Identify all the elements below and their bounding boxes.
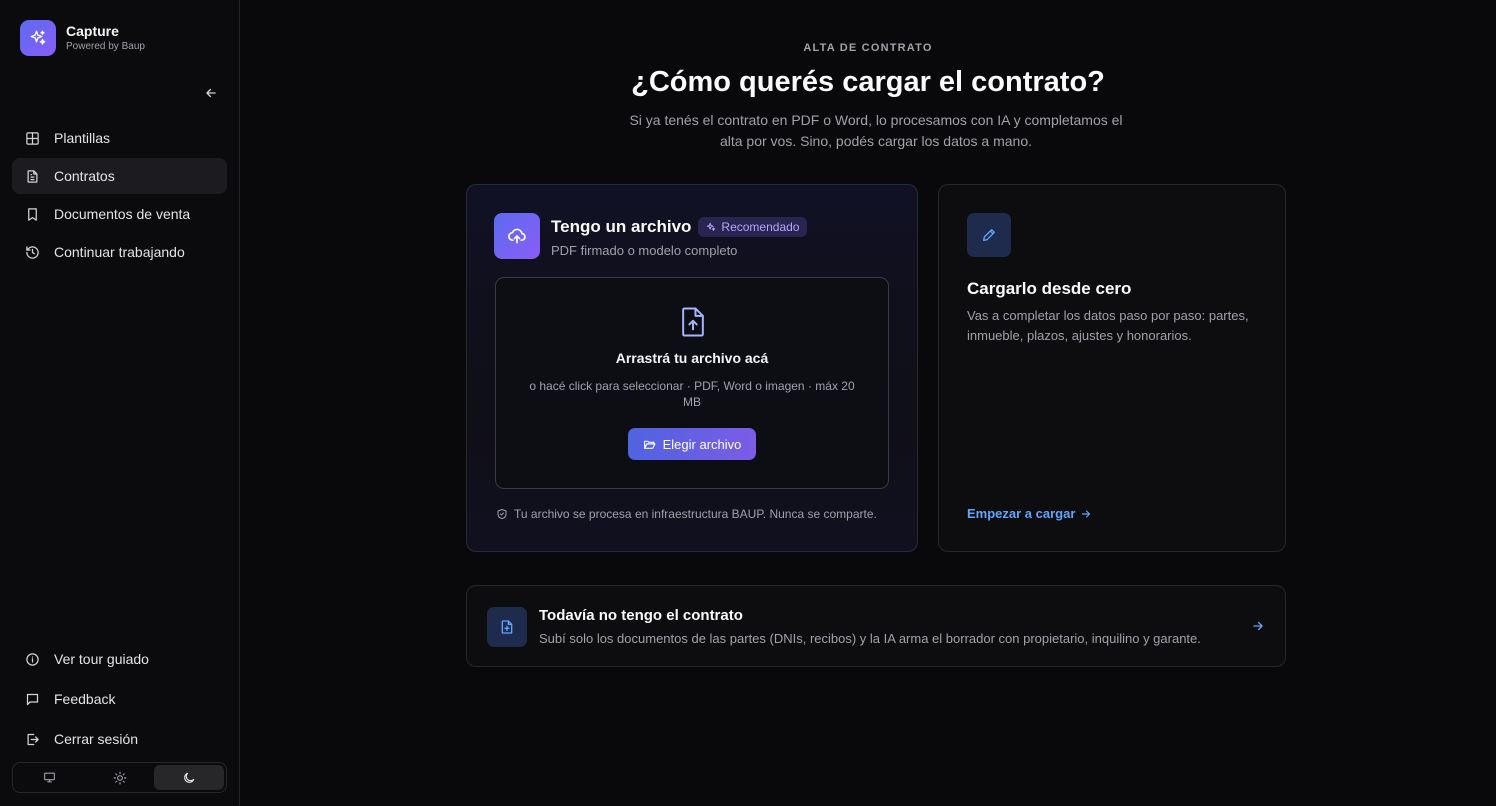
arrow-left-icon [206,88,216,98]
recommended-badge-label: Recomendado [721,220,800,234]
start-manual-label: Empezar a cargar [967,506,1076,521]
sidebar-nav: Plantillas Contratos Documentos de venta… [12,120,227,272]
start-manual-link[interactable]: Empezar a cargar [967,506,1092,521]
file-dropzone[interactable]: Arrastrá tu archivo acá o hacé click par… [495,277,889,489]
document-icon [24,168,40,184]
shield-check-icon [496,508,508,520]
history-icon [24,244,40,260]
cloud-upload-icon [494,213,540,259]
tour-label: Ver tour guiado [54,651,149,667]
sidebar-item-label: Plantillas [54,130,111,146]
choose-file-button[interactable]: Elegir archivo [628,428,756,460]
no-contract-description: Subí solo los documentos de las partes (… [539,631,1201,646]
privacy-note: Tu archivo se procesa en infraestructura… [496,507,877,521]
upload-card-subtitle: PDF firmado o modelo completo [551,243,738,258]
dropzone-hint: o hacé click para seleccionar · PDF, Wor… [529,379,855,409]
collapse-sidebar-button[interactable] [200,82,222,104]
theme-system-button[interactable] [15,765,85,790]
dropzone-title: Arrastrá tu archivo acá [615,350,769,366]
sparkles-icon [706,222,716,232]
grid-icon [24,130,40,146]
logout-icon [24,731,40,747]
manual-card[interactable]: Cargarlo desde cero Vas a completar los … [938,184,1286,552]
file-upload-icon [682,307,704,337]
tour-button[interactable]: Ver tour guiado [12,640,227,678]
info-icon [24,651,40,667]
page-title: ¿Cómo querés cargar el contrato? [631,66,1105,98]
upload-card: Tengo un archivo Recomendado PDF firmado… [466,184,918,552]
app-root: Capture Powered by Baup Plantillas Contr… [0,0,1496,806]
logout-button[interactable]: Cerrar sesión [12,720,227,758]
monitor-icon [44,772,56,783]
sidebar-item-documentos-de-venta[interactable]: Documentos de venta [12,196,227,232]
sidebar-item-label: Documentos de venta [54,206,191,222]
moon-icon [184,772,195,783]
sparkles-icon [20,20,56,56]
brand-tagline: Powered by Baup [66,41,145,52]
sidebar-item-label: Contratos [54,168,115,184]
no-contract-title: Todavía no tengo el contrato [539,607,743,624]
brand-name: Capture [66,23,119,39]
sidebar-item-contratos[interactable]: Contratos [12,158,227,194]
theme-switcher [12,762,227,793]
logout-label: Cerrar sesión [54,731,139,747]
brand[interactable]: Capture Powered by Baup [20,20,145,56]
folder-open-icon [643,438,656,451]
feedback-button[interactable]: Feedback [12,680,227,718]
recommended-badge: Recomendado [698,217,808,237]
sidebar-item-plantillas[interactable]: Plantillas [12,120,227,156]
file-plus-icon [487,607,527,647]
upload-card-title: Tengo un archivo [551,217,692,236]
sun-icon [113,771,126,784]
sidebar: Capture Powered by Baup Plantillas Contr… [0,0,240,806]
theme-light-button[interactable] [85,765,155,790]
page-subtitle: Si ya tenés el contrato en PDF o Word, l… [629,112,1123,149]
arrow-right-icon [1080,508,1092,520]
sidebar-bottom-nav: Ver tour guiado Feedback Cerrar sesión [12,640,227,760]
choose-file-label: Elegir archivo [662,436,742,452]
message-icon [24,691,40,707]
upload-card-header: Tengo un archivo Recomendado PDF firmado… [494,213,808,259]
arrow-right-icon [1251,619,1265,633]
sidebar-item-continuar-trabajando[interactable]: Continuar trabajando [12,234,227,270]
pencil-icon [967,213,1011,257]
bookmark-icon [24,206,40,222]
privacy-text: Tu archivo se procesa en infraestructura… [514,507,877,521]
page-eyebrow: ALTA DE CONTRATO [803,42,933,54]
feedback-label: Feedback [54,691,116,707]
sidebar-item-label: Continuar trabajando [54,244,185,260]
no-contract-card[interactable]: Todavía no tengo el contrato Subí solo l… [466,585,1286,667]
main-content: ALTA DE CONTRATO ¿Cómo querés cargar el … [240,0,1496,806]
manual-card-title: Cargarlo desde cero [967,279,1132,298]
manual-card-description: Vas a completar los datos paso por paso:… [967,308,1249,343]
theme-dark-button[interactable] [154,765,225,790]
